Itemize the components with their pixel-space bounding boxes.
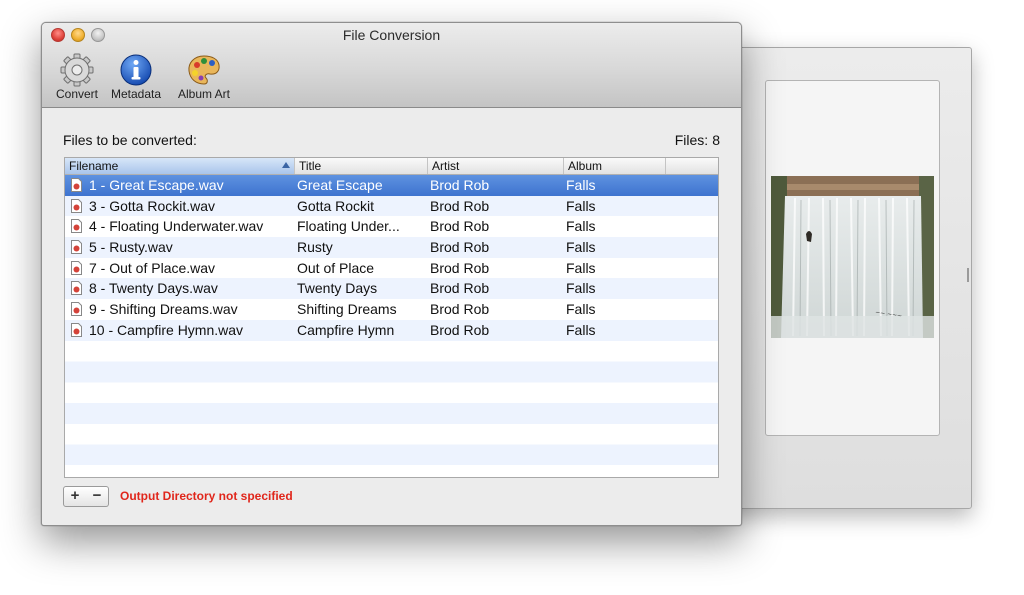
table-row[interactable]: 3 - Gotta Rockit.wav Gotta Rockit Brod R… xyxy=(65,195,718,217)
table-row[interactable]: 8 - Twenty Days.wav Twenty Days Brod Rob… xyxy=(65,278,718,300)
audio-file-icon xyxy=(71,260,82,275)
add-file-button[interactable]: + xyxy=(63,486,87,507)
album-art-label: Album Art xyxy=(177,87,231,101)
table-row[interactable]: 9 - Shifting Dreams.wav Shifting Dreams … xyxy=(65,299,718,320)
table-row[interactable]: 5 - Rusty.wav Rusty Brod Rob Falls xyxy=(65,237,718,258)
file-conversion-window: File Conversion Convert Metadata Album A… xyxy=(41,22,742,526)
table-body: 1 - Great Escape.wav Great Escape Brod R… xyxy=(65,175,718,341)
audio-file-icon xyxy=(71,281,82,296)
window-title: File Conversion xyxy=(342,27,441,43)
files-to-convert-label: Files to be converted: xyxy=(63,132,197,148)
metadata-button[interactable]: Metadata xyxy=(106,53,166,101)
table-row[interactable]: 1 - Great Escape.wav Great Escape Brod R… xyxy=(65,175,718,196)
table-row[interactable]: 7 - Out of Place.wav Out of Place Brod R… xyxy=(65,257,718,279)
album-art-button[interactable]: Album Art xyxy=(172,53,236,101)
audio-file-icon xyxy=(71,219,82,234)
gear-icon xyxy=(59,53,95,87)
table-row[interactable]: 4 - Floating Underwater.wav Floating Und… xyxy=(65,216,718,238)
remove-file-button[interactable]: − xyxy=(86,486,109,507)
album-art-well: ~~ ~~~ xyxy=(765,80,940,436)
files-count-label: Files: xyxy=(674,132,709,148)
column-header-title[interactable]: Title xyxy=(295,158,428,174)
convert-label: Convert xyxy=(55,87,99,101)
files-table: Filename Title Artist Album 1 - Great Es… xyxy=(64,157,719,478)
info-icon xyxy=(118,53,154,87)
audio-file-icon xyxy=(71,198,82,213)
titlebar: File Conversion Convert Metadata Album A… xyxy=(42,23,741,108)
drawer-resize-handle[interactable] xyxy=(967,268,969,282)
metadata-label: Metadata xyxy=(110,87,162,101)
table-empty-area[interactable] xyxy=(65,341,718,477)
palette-icon xyxy=(186,53,222,87)
output-directory-status: Output Directory not specified xyxy=(120,489,293,503)
audio-file-icon xyxy=(71,178,82,192)
audio-file-icon xyxy=(71,322,82,337)
column-header-artist[interactable]: Artist xyxy=(428,158,564,174)
column-header-filename[interactable]: Filename xyxy=(65,158,295,174)
column-header-album[interactable]: Album xyxy=(564,158,666,174)
convert-button[interactable]: Convert xyxy=(50,53,104,101)
sort-ascending-icon xyxy=(282,162,290,168)
audio-file-icon xyxy=(71,240,82,255)
files-count: Files: 8 xyxy=(671,132,720,148)
audio-file-icon xyxy=(71,302,82,317)
table-header: Filename Title Artist Album xyxy=(65,158,718,175)
album-art-image[interactable]: ~~ ~~~ xyxy=(771,176,934,338)
table-row[interactable]: 10 - Campfire Hymn.wav Campfire Hymn Bro… xyxy=(65,319,718,341)
files-count-value: 8 xyxy=(712,132,720,148)
